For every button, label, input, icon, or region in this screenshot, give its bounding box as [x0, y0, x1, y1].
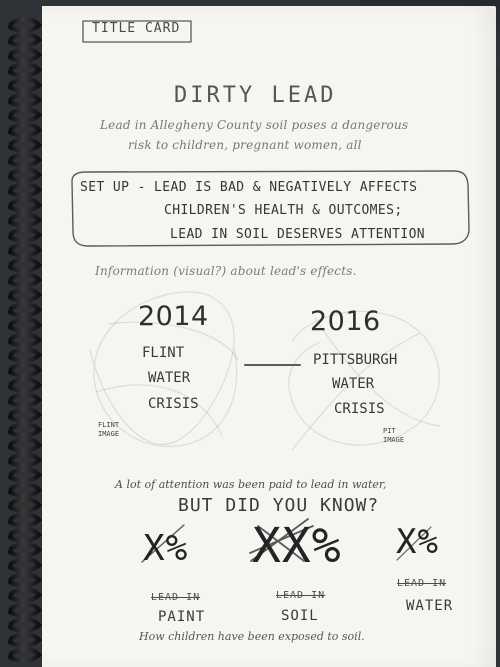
year-2014: 2014 — [138, 301, 209, 332]
soil-strike-label: LEAD IN — [276, 590, 326, 601]
pittsburgh-image-note-1: PIT — [383, 427, 396, 435]
year-2016: 2016 — [310, 306, 381, 337]
water-strike-label: LEAD IN — [397, 578, 447, 589]
spiral-binding — [0, 0, 42, 667]
flint-line-3: CRISIS — [148, 396, 199, 412]
flint-line-1: FLINT — [142, 345, 185, 361]
page-title: DIRTY LEAD — [174, 83, 337, 108]
title-card-label: TITLE CARD — [92, 21, 181, 36]
flint-image-note-1: FLINT — [98, 421, 120, 429]
setup-line-2: CHILDREN'S HEALTH & OUTCOMES; — [164, 203, 403, 218]
setup-line-1: SET UP - LEAD IS BAD & NEGATIVELY AFFECT… — [80, 180, 418, 195]
water-percent-placeholder: X% — [396, 522, 439, 562]
water-label: WATER — [406, 598, 454, 614]
flint-image-note-2: IMAGE — [98, 430, 120, 438]
paint-strike-label: LEAD IN — [151, 592, 201, 603]
subtitle-line-1: Lead in Allegheny County soil poses a da… — [100, 118, 409, 132]
notebook-photo: TITLE CARD DIRTY LEAD Lead in Allegheny … — [0, 0, 500, 667]
pittsburgh-line-2: WATER — [332, 376, 375, 392]
soil-label: SOIL — [281, 608, 319, 624]
pittsburgh-image-note-2: IMAGE — [383, 436, 405, 444]
paint-percent-placeholder: X% — [143, 528, 189, 569]
soil-percent-placeholder: XX% — [252, 518, 342, 574]
information-line: Information (visual?) about lead's effec… — [95, 264, 357, 278]
pittsburgh-line-1: PITTSBURGH — [313, 352, 398, 368]
pittsburgh-line-3: CRISIS — [334, 401, 385, 417]
paint-label: PAINT — [158, 609, 206, 625]
attention-line: A lot of attention was been paid to lead… — [115, 478, 387, 491]
flint-line-2: WATER — [148, 370, 191, 386]
did-you-know-line: BUT DID YOU KNOW? — [178, 495, 380, 516]
subtitle-line-2: risk to children, pregnant women, all — [128, 138, 362, 152]
bottom-note: How children have been exposed to soil. — [139, 630, 365, 643]
setup-line-3: LEAD IN SOIL DESERVES ATTENTION — [170, 227, 426, 242]
